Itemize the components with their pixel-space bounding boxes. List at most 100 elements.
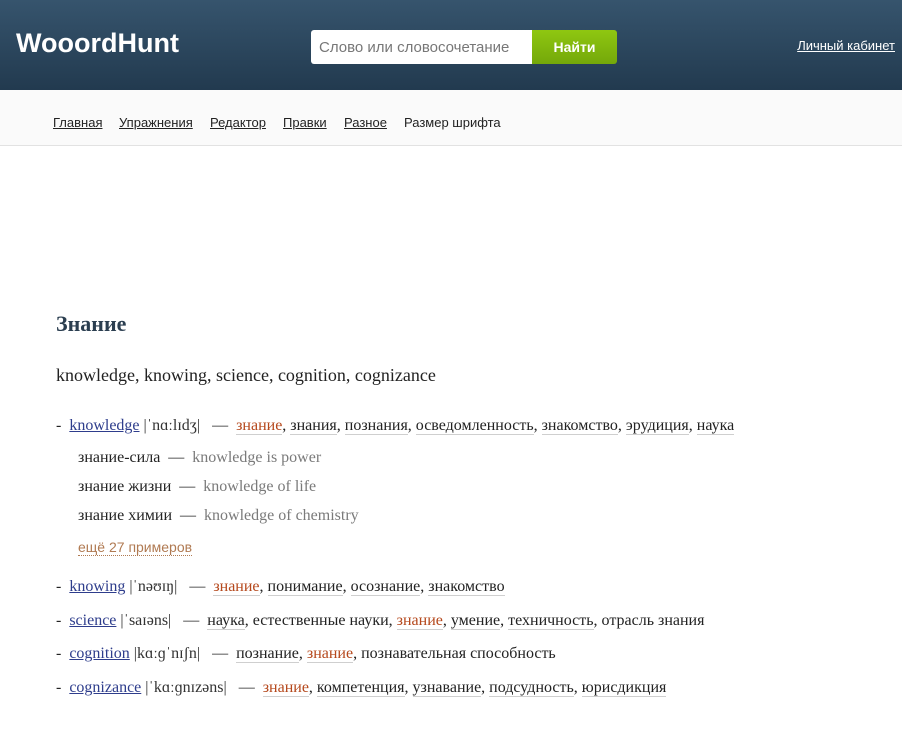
translation-comma: ,	[404, 679, 413, 696]
entry-separator: —	[212, 645, 229, 662]
entry-word-link[interactable]: cognizance	[69, 679, 141, 696]
translation-comma: ,	[593, 612, 602, 629]
entry-transcription: |kɑːɡˈnɪʃn|	[133, 645, 201, 662]
example-en: knowledge of life	[203, 478, 317, 495]
entry-translations: знание, знания, познания, осведомленност…	[236, 417, 735, 435]
example-separator: —	[164, 449, 189, 466]
translation-word[interactable]: знание	[306, 645, 354, 663]
entry-bullet: -	[56, 417, 62, 434]
entry-transcription: |ˈnɑːlɪdʒ|	[143, 417, 201, 434]
example-row: знание-сила — knowledge is power	[78, 449, 321, 467]
nav-edits[interactable]: Правки	[283, 115, 327, 130]
site-logo[interactable]: WooordHunt	[16, 26, 179, 60]
translation-word[interactable]: знание	[236, 417, 283, 435]
translation-word[interactable]: знакомство	[541, 417, 618, 435]
nav-exercises[interactable]: Упражнения	[119, 115, 193, 130]
entry-separator: —	[238, 679, 255, 696]
translation-comma: ,	[353, 645, 362, 662]
example-en: knowledge of chemistry	[204, 507, 359, 524]
entry-separator: —	[189, 578, 206, 595]
translation-comma: ,	[617, 417, 626, 434]
example-separator: —	[176, 507, 201, 524]
entry-science: - science |ˈsaɪəns| — наука, естественные на…	[56, 612, 704, 630]
personal-cabinet-link[interactable]: Личный кабинет	[797, 38, 895, 53]
translation-word[interactable]: узнавание	[412, 679, 482, 697]
translation-comma: ,	[298, 645, 307, 662]
translation-comma: ,	[573, 679, 582, 696]
example-ru: знание-сила	[78, 449, 161, 466]
translation-word[interactable]: знание	[262, 679, 309, 697]
translation-word[interactable]: осведомленность	[415, 417, 534, 435]
entry-transcription: |ˈkɑːɡnɪzəns|	[145, 679, 227, 696]
entry-cognizance: - cognizance |ˈkɑːɡnɪzəns| — знание, компете…	[56, 679, 667, 697]
entry-translations: знание, понимание, осознание, знакомство	[213, 578, 505, 596]
header: WooordHunt Найти Личный кабинет	[0, 0, 902, 90]
example-row: знание химии — knowledge of chemistry	[78, 507, 359, 525]
translation-word[interactable]: подсудность	[489, 679, 574, 697]
nav-misc[interactable]: Разное	[344, 115, 387, 130]
entry-transcription: |ˈsaɪəns|	[120, 612, 172, 629]
nav-bar: Главная Упражнения Редактор Правки Разно…	[0, 90, 902, 146]
translation-comma: ,	[500, 612, 509, 629]
translation-word[interactable]: познания	[344, 417, 408, 435]
translation-word: естественные науки	[252, 612, 389, 629]
entry-separator: —	[183, 612, 200, 629]
translation-word[interactable]: знакомство	[428, 578, 505, 596]
translation-word[interactable]: осознание	[350, 578, 421, 596]
translation-comma: ,	[481, 679, 490, 696]
entry-bullet: -	[56, 679, 62, 696]
entry-knowledge: - knowledge |ˈnɑːlɪdʒ| — знание, знания, поз…	[56, 417, 735, 435]
entry-transcription: |ˈnəʊɪŋ|	[129, 578, 178, 595]
nav-font-size[interactable]: Размер шрифта	[404, 115, 501, 130]
entry-translations: наука, естественные науки, знание, умени…	[207, 612, 704, 630]
entry-bullet: -	[56, 578, 62, 595]
translation-word[interactable]: наука	[696, 417, 735, 435]
search-input[interactable]	[311, 30, 533, 64]
entry-bullet: -	[56, 645, 62, 662]
translation-comma: ,	[244, 612, 253, 629]
translation-comma: ,	[308, 679, 317, 696]
entry-translations: знание, компетенция, узнавание, подсудно…	[262, 679, 667, 697]
example-separator: —	[175, 478, 200, 495]
more-examples-link[interactable]: ещё 27 примеров	[78, 539, 193, 556]
translation-word: отрасль знания	[601, 612, 705, 629]
entry-word-link[interactable]: knowledge	[69, 417, 139, 434]
translation-comma: ,	[407, 417, 416, 434]
translation-word[interactable]: познание	[236, 645, 299, 663]
entry-cognition: - cognition |kɑːɡˈnɪʃn| — познание, знание, …	[56, 645, 556, 663]
translation-word[interactable]: знания	[290, 417, 337, 435]
translations-summary: knowledge, knowing, science, cognition, …	[56, 365, 436, 385]
translation-comma: ,	[388, 612, 397, 629]
translation-word[interactable]: техничность	[508, 612, 594, 630]
entry-knowing: - knowing |ˈnəʊɪŋ| — знание, понимание, осоз…	[56, 578, 505, 596]
translation-comma: ,	[336, 417, 345, 434]
nav-editor[interactable]: Редактор	[210, 115, 266, 130]
example-ru: знание химии	[78, 507, 173, 524]
search-button[interactable]: Найти	[532, 30, 617, 64]
translation-word[interactable]: знание	[396, 612, 443, 630]
translation-word: познавательная способность	[361, 645, 556, 662]
translation-word[interactable]: юрисдикция	[581, 679, 667, 697]
translation-word[interactable]: понимание	[267, 578, 343, 596]
entry-word-link[interactable]: cognition	[69, 645, 129, 662]
translation-word[interactable]: знание	[213, 578, 260, 596]
translation-comma: ,	[259, 578, 268, 595]
entry-word-link[interactable]: science	[69, 612, 116, 629]
entry-word-link[interactable]: knowing	[69, 578, 125, 595]
translation-comma: ,	[688, 417, 697, 434]
translation-comma: ,	[533, 417, 542, 434]
nav-home[interactable]: Главная	[53, 115, 102, 130]
example-row: знание жизни — knowledge of life	[78, 478, 316, 496]
entry-translations: познание, знание, познавательная способн…	[236, 645, 556, 663]
translation-word[interactable]: компетенция	[316, 679, 405, 697]
translation-word[interactable]: эрудиция	[625, 417, 689, 435]
entry-separator: —	[212, 417, 229, 434]
example-en: knowledge is power	[192, 449, 322, 466]
translation-comma: ,	[342, 578, 351, 595]
translation-word[interactable]: умение	[450, 612, 501, 630]
page-title: Знание	[56, 311, 127, 336]
example-ru: знание жизни	[78, 478, 172, 495]
translation-comma: ,	[442, 612, 451, 629]
translation-word[interactable]: наука	[207, 612, 245, 630]
entry-bullet: -	[56, 612, 62, 629]
